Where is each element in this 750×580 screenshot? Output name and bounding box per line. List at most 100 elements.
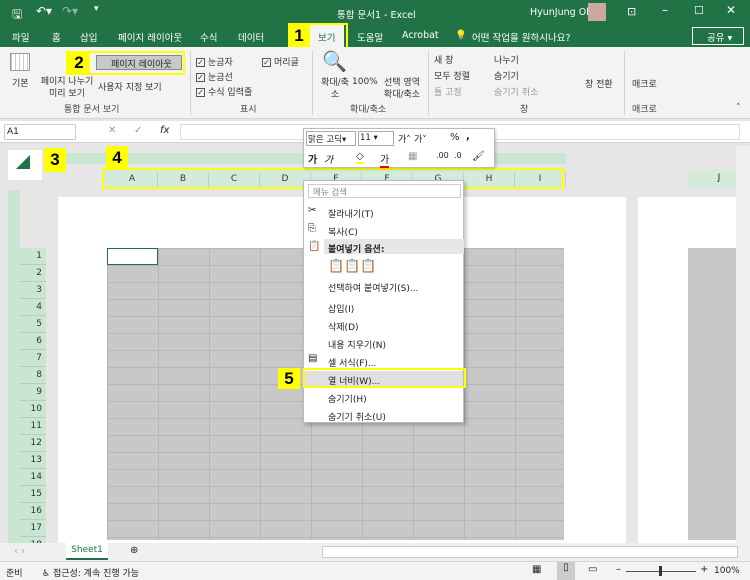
- insert-function-icon[interactable]: fx: [160, 125, 169, 136]
- zoom-slider-thumb[interactable]: [659, 566, 662, 576]
- zoom-out-button[interactable]: –: [616, 564, 621, 575]
- italic-icon[interactable]: 가: [324, 151, 333, 166]
- unhide-button[interactable]: 숨기기 취소: [494, 85, 538, 98]
- formula-bar-checkbox[interactable]: ✓ 수식 입력줄: [196, 85, 252, 98]
- format-painter-icon[interactable]: 🖌: [472, 151, 485, 162]
- avatar[interactable]: [588, 3, 606, 21]
- row-header-8[interactable]: 8: [20, 367, 46, 384]
- menu-item-copy[interactable]: 복사(C): [328, 225, 358, 238]
- font-name-dropdown[interactable]: 맑은 고딕▾: [306, 131, 356, 146]
- row-header-3[interactable]: 3: [20, 282, 46, 299]
- page-break-preview-button[interactable]: 페이지 나누기 미리 보기: [38, 76, 96, 100]
- comma-icon[interactable]: ,: [466, 131, 470, 142]
- row-header-9[interactable]: 9: [20, 384, 46, 401]
- tab-page-layout[interactable]: 페이지 레이아웃: [118, 30, 182, 44]
- normal-view-status-icon[interactable]: ▦: [532, 564, 541, 575]
- freeze-panes-button[interactable]: 틀 고정: [434, 85, 462, 98]
- fill-color-icon[interactable]: ◇: [356, 151, 364, 164]
- macros-button[interactable]: 매크로: [632, 77, 657, 90]
- zoom-100-button[interactable]: 100%: [352, 77, 378, 87]
- page-2-cells[interactable]: [688, 248, 738, 540]
- row-header-10[interactable]: 10: [20, 401, 46, 418]
- custom-views-button[interactable]: 사용자 지정 보기: [98, 80, 162, 93]
- customize-icon[interactable]: ▾: [94, 4, 99, 14]
- increase-font-icon[interactable]: 가˄: [398, 132, 411, 145]
- menu-item-cut[interactable]: 잘라내기(T): [328, 207, 374, 220]
- normal-view-button[interactable]: 기본: [12, 76, 29, 89]
- menu-item-insert[interactable]: 삽입(I): [328, 302, 354, 315]
- menu-item-delete[interactable]: 삭제(D): [328, 320, 359, 333]
- vertical-scrollbar[interactable]: [736, 146, 750, 543]
- sheet-tab-sheet1[interactable]: Sheet1: [66, 543, 108, 560]
- zoom-icon[interactable]: 🔍: [322, 49, 347, 73]
- tab-insert[interactable]: 삽입: [80, 30, 97, 44]
- increase-decimal-icon[interactable]: .00: [436, 151, 449, 160]
- hide-button[interactable]: 숨기기: [494, 69, 519, 82]
- sheet-nav-arrows[interactable]: ‹ ›: [14, 546, 25, 557]
- enter-icon[interactable]: ✓: [134, 125, 142, 136]
- gridlines-checkbox[interactable]: ✓ 눈금선: [196, 70, 233, 83]
- row-header-1[interactable]: 1: [20, 248, 46, 265]
- zoom-selection-button[interactable]: 선택 영역 확대/축소: [380, 77, 424, 101]
- tab-help[interactable]: 도움말: [357, 30, 383, 44]
- tab-home[interactable]: 홈: [52, 30, 61, 44]
- menu-item-clear-contents[interactable]: 내용 지우기(N): [328, 338, 386, 351]
- normal-view-icon[interactable]: [10, 53, 30, 71]
- zoom-button[interactable]: 확대/축소: [320, 77, 350, 101]
- ruler-checkbox[interactable]: ✓ 눈금자: [196, 55, 233, 68]
- decrease-decimal-icon[interactable]: .0: [454, 151, 462, 160]
- row-header-4[interactable]: 4: [20, 299, 46, 316]
- row-header-12[interactable]: 12: [20, 435, 46, 452]
- row-header-13[interactable]: 13: [20, 452, 46, 469]
- share-button[interactable]: 공유 ▾: [692, 27, 744, 45]
- cancel-icon[interactable]: ✕: [108, 125, 116, 136]
- page-break-status-icon[interactable]: ▭: [588, 564, 597, 575]
- name-box[interactable]: A1: [4, 124, 76, 140]
- row-header-17[interactable]: 17: [20, 520, 46, 537]
- percent-icon[interactable]: %: [450, 132, 460, 143]
- maximize-icon[interactable]: ☐: [694, 4, 704, 17]
- horizontal-scrollbar[interactable]: [322, 546, 738, 558]
- row-header-15[interactable]: 15: [20, 486, 46, 503]
- paste-option-icons[interactable]: 📋📋📋: [328, 259, 377, 274]
- minimize-icon[interactable]: –: [662, 3, 668, 17]
- menu-search-input[interactable]: 메뉴 검색: [308, 184, 461, 198]
- row-header-11[interactable]: 11: [20, 418, 46, 435]
- collapse-ribbon-icon[interactable]: ˄: [736, 103, 741, 113]
- user-name[interactable]: HyunJung Oh: [530, 7, 592, 18]
- tab-file[interactable]: 파일: [12, 30, 29, 44]
- accessibility-status[interactable]: ♿ 접근성: 계속 진행 가능: [42, 566, 139, 579]
- zoom-in-button[interactable]: +: [700, 564, 708, 575]
- tab-acrobat[interactable]: Acrobat: [402, 30, 439, 41]
- page-layout-status-icon[interactable]: ▯: [557, 562, 575, 580]
- borders-icon[interactable]: ▦: [408, 151, 417, 162]
- active-cell-A1[interactable]: [107, 248, 158, 265]
- font-color-icon[interactable]: 가: [380, 151, 390, 168]
- arrange-all-button[interactable]: 모두 정렬: [434, 69, 470, 82]
- tab-formulas[interactable]: 수식: [200, 30, 217, 44]
- split-button[interactable]: 나누기: [494, 53, 519, 66]
- close-icon[interactable]: ✕: [726, 3, 736, 17]
- menu-item-unhide[interactable]: 숨기기 취소(U): [328, 410, 386, 423]
- row-header-2[interactable]: 2: [20, 265, 46, 282]
- undo-icon[interactable]: ↶▾: [36, 4, 52, 18]
- bold-icon[interactable]: 가: [308, 151, 317, 166]
- row-header-14[interactable]: 14: [20, 469, 46, 486]
- row-header-5[interactable]: 5: [20, 316, 46, 333]
- switch-windows-button[interactable]: 창 전환: [585, 77, 613, 90]
- ribbon-display-icon[interactable]: ⊡: [627, 5, 636, 18]
- new-window-button[interactable]: 새 창: [434, 53, 453, 66]
- tab-data[interactable]: 데이터: [238, 30, 264, 44]
- row-header-16[interactable]: 16: [20, 503, 46, 520]
- zoom-level[interactable]: 100%: [714, 566, 740, 576]
- add-sheet-icon[interactable]: ⊕: [130, 545, 138, 556]
- tell-me-search[interactable]: 어떤 작업을 원하시나요?: [472, 30, 570, 44]
- headings-checkbox[interactable]: ✓ 머리글: [262, 55, 299, 68]
- menu-item-hide[interactable]: 숨기기(H): [328, 392, 367, 405]
- row-header-6[interactable]: 6: [20, 333, 46, 350]
- decrease-font-icon[interactable]: 가˅: [414, 132, 427, 145]
- font-size-dropdown[interactable]: 11 ▾: [358, 131, 394, 146]
- menu-item-paste-special[interactable]: 선택하여 붙여넣기(S)...: [328, 281, 418, 294]
- redo-icon[interactable]: ↷▾: [62, 4, 78, 18]
- save-icon[interactable]: 🖫: [12, 5, 22, 26]
